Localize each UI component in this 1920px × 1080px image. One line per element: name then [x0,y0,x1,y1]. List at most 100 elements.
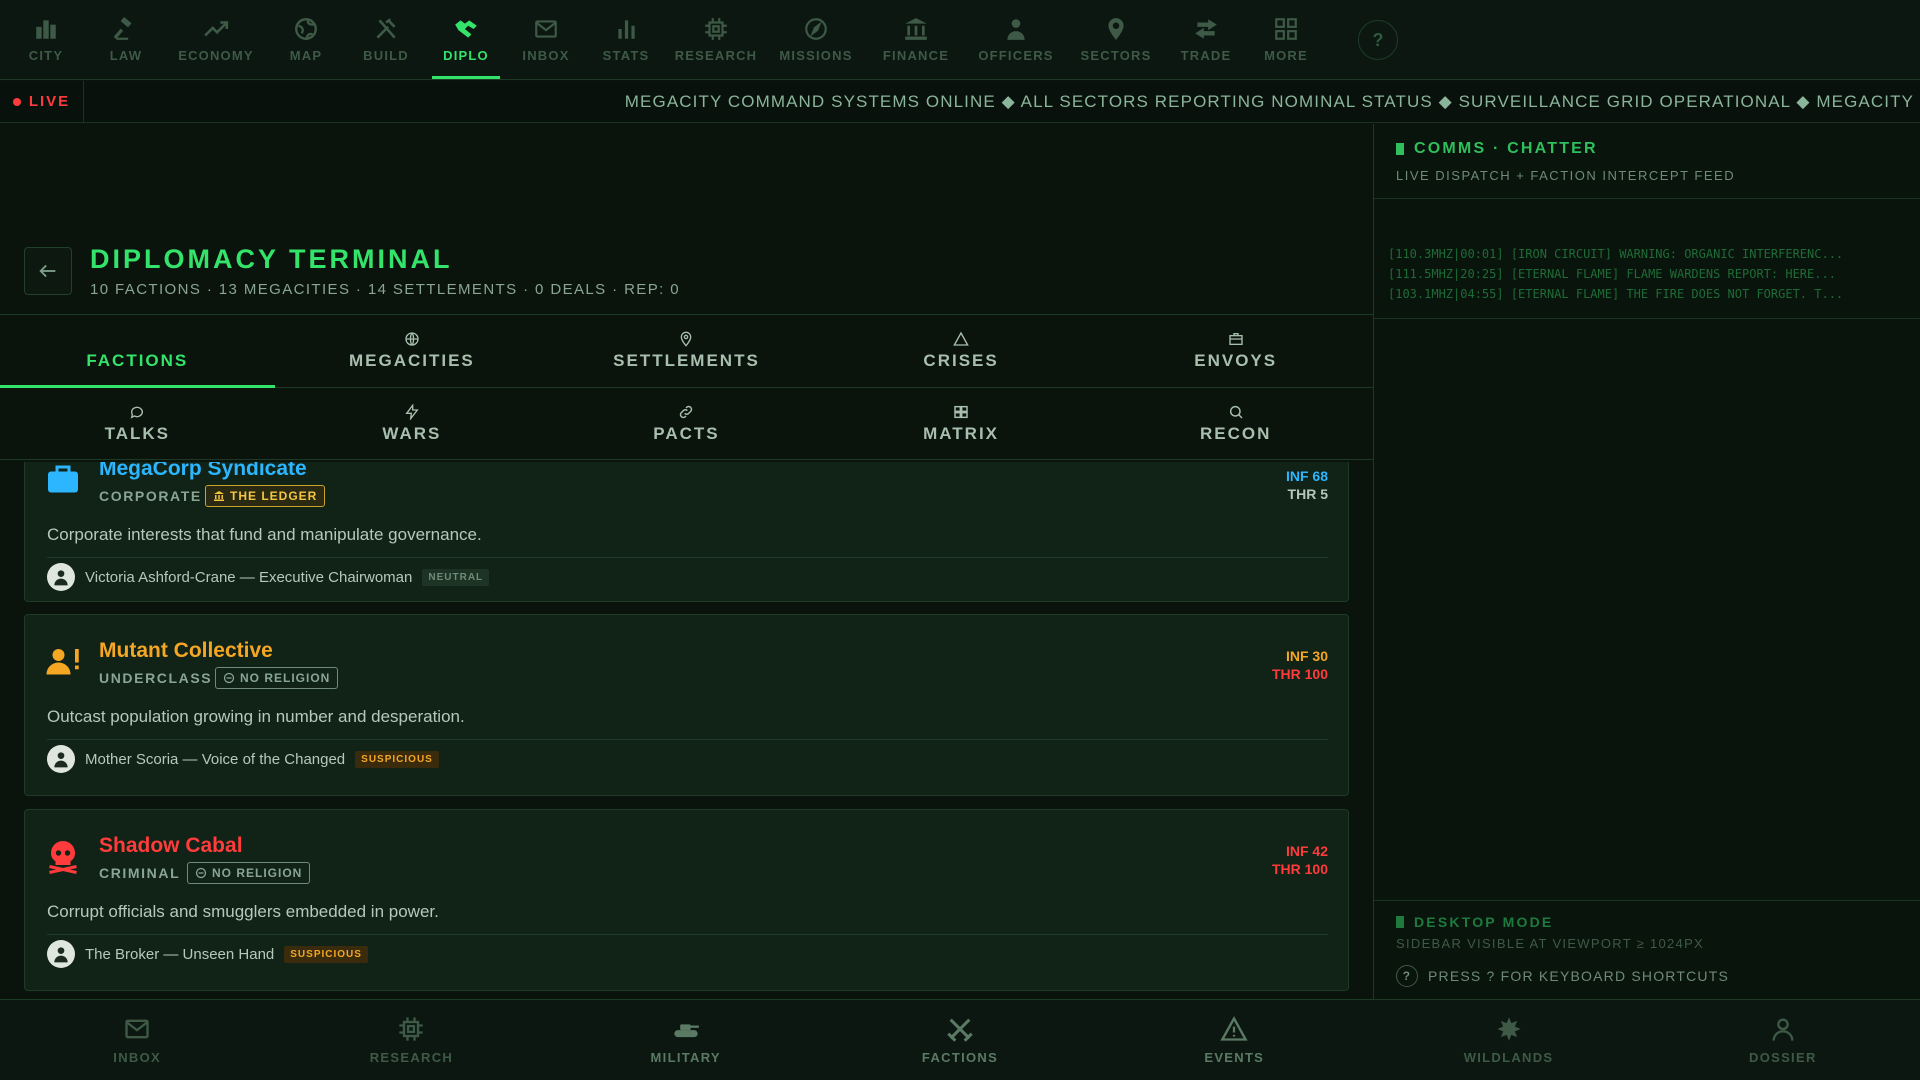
nav-economy[interactable]: ECONOMY [166,0,266,79]
tab-label: TALKS [104,423,170,443]
diplomacy-main: DIPLOMACY TERMINAL 10 FACTIONS · 13 MEGA… [0,124,1373,999]
tab-wars[interactable]: WARS [275,388,550,459]
nav-stats[interactable]: STATS [586,0,666,79]
sidebar-divider [1374,198,1920,199]
bottom-nav-label: FACTIONS [921,1050,999,1065]
nav-finance[interactable]: FINANCE [866,0,966,79]
nav-map[interactable]: MAP [266,0,346,79]
live-indicator: LIVE [0,80,84,123]
live-ticker: LIVE MEGACITY COMMAND SYSTEMS ONLINE ◆ A… [0,80,1920,123]
faction-name: Shadow Cabal [99,834,243,857]
tab-envoys[interactable]: ENVOYS [1098,315,1373,387]
briefcase-icon [48,465,78,493]
faction-badge: NO RELIGION [187,862,311,884]
swap-icon [1195,19,1217,39]
avatar [47,563,75,591]
nav-sectors[interactable]: SECTORS [1066,0,1166,79]
nav-missions[interactable]: MISSIONS [766,0,866,79]
faction-card[interactable]: MegaCorp Syndicate CORPORATE THE LEDGER … [24,462,1349,602]
bottom-nav-factions[interactable]: FACTIONS [823,1000,1097,1080]
leader-name: The Broker — Unseen Hand [85,945,275,963]
nav-research[interactable]: RESEARCH [666,0,766,79]
tab-recon[interactable]: RECON [1098,388,1373,459]
feed-line: [111.5MHZ|20:25] [ETERNAL FLAME] FLAME W… [1388,267,1836,281]
bottom-nav-inbox[interactable]: INBOX [0,1000,274,1080]
nav-label: MISSIONS [779,48,853,63]
sidebar-title: COMMS · CHATTER [1396,140,1735,158]
tab-talks[interactable]: TALKS [0,388,275,459]
crossed-swords-icon [947,1018,973,1042]
tab-label: WARS [382,423,442,443]
page-header: DIPLOMACY TERMINAL 10 FACTIONS · 13 MEGA… [24,244,680,298]
badge-label: NO RELIGION [240,671,331,685]
tab-megacities[interactable]: MEGACITIES [275,315,550,387]
bottom-nav-dossier[interactable]: DOSSIER [1646,1000,1920,1080]
tab-label: MATRIX [923,423,1000,443]
chatter-feed: [110.3MHZ|00:01] [IRON CIRCUIT] WARNING:… [1388,244,1908,304]
person-alert-icon [46,649,79,675]
nav-city[interactable]: CITY [6,0,86,79]
nav-officers[interactable]: OFFICERS [966,0,1066,79]
leader-portrait-icon [54,570,68,586]
faction-description: Corrupt officials and smugglers embedded… [47,902,439,921]
help-button[interactable]: ? [1358,20,1398,60]
tab-label: RECON [1199,423,1272,443]
nav-more[interactable]: MORE [1246,0,1326,79]
globe-icon [405,332,419,346]
tab-label: CRISES [923,351,999,370]
bottom-nav-label: MILITARY [650,1050,721,1065]
tab-settlements[interactable]: SETTLEMENTS [549,315,824,387]
bottom-nav-wildlands[interactable]: WILDLANDS [1371,1000,1645,1080]
nav-law[interactable]: LAW [86,0,166,79]
leader-name: Mother Scoria — Voice of the Changed [85,750,346,768]
tab-label: ENVOYS [1194,351,1278,370]
bottom-nav-label: WILDLANDS [1463,1050,1554,1065]
gavel-icon [113,16,132,40]
nav-label: SECTORS [1080,48,1152,63]
faction-name: Mutant Collective [99,639,273,662]
back-button[interactable] [24,247,72,295]
help-icon: ? [1396,965,1418,987]
desktop-mode-note: SIDEBAR VISIBLE AT VIEWPORT ≥ 1024PX [1396,936,1705,951]
faction-card[interactable]: Shadow Cabal CRIMINAL NO RELIGION INF 42… [24,809,1349,991]
nav-trade[interactable]: TRADE [1166,0,1246,79]
nav-label: STATS [602,48,650,63]
nav-build[interactable]: BUILD [346,0,426,79]
link-icon [680,405,693,418]
bottom-nav-military[interactable]: MILITARY [549,1000,823,1080]
tab-pacts[interactable]: PACTS [549,388,824,459]
faction-leader: The Broker — Unseen Hand SUSPICIOUS [47,940,368,968]
tab-crises[interactable]: CRISES [824,315,1099,387]
nav-label: DIPLO [443,48,489,63]
faction-description: Outcast population growing in number and… [47,707,465,726]
badge-label: THE LEDGER [230,489,318,503]
warning-icon [1220,1016,1248,1041]
no-symbol-icon [223,672,235,684]
bottom-nav-research[interactable]: RESEARCH [274,1000,548,1080]
bottom-nav-events[interactable]: EVENTS [1097,1000,1371,1080]
threat-value: THR 100 [1271,666,1328,682]
faction-stats: INF 30 THR 100 [1272,647,1328,683]
live-label: LIVE [28,93,71,110]
tab-matrix[interactable]: MATRIX [824,388,1099,459]
shortcut-label: PRESS ? FOR KEYBOARD SHORTCUTS [1428,968,1730,984]
disposition-badge: SUSPICIOUS [284,945,368,963]
nav-label: BUILD [363,48,409,63]
tab-factions[interactable]: FACTIONS [0,315,275,388]
officer-icon [1007,19,1025,40]
tab-label: SETTLEMENTS [613,351,760,370]
signal-marker-icon [1396,916,1404,928]
map-pin-icon [1108,18,1124,40]
faction-card[interactable]: Mutant Collective UNDERCLASS NO RELIGION… [24,614,1349,796]
nav-diplo[interactable]: DIPLO [426,0,506,79]
faction-leader: Victoria Ashford-Crane — Executive Chair… [47,563,490,591]
nav-label: RESEARCH [674,48,758,63]
sidebar-subtitle: LIVE DISPATCH + FACTION INTERCEPT FEED [1396,168,1736,183]
faction-list: MegaCorp Syndicate CORPORATE THE LEDGER … [24,462,1349,999]
nav-inbox[interactable]: INBOX [506,0,586,79]
keyboard-shortcuts-hint[interactable]: ? PRESS ? FOR KEYBOARD SHORTCUTS [1396,965,1729,987]
desktop-mode-label: DESKTOP MODE [1414,914,1554,930]
search-icon [1229,405,1243,419]
bottom-nav-label: EVENTS [1204,1050,1265,1065]
faction-type: CORPORATE [99,488,202,504]
